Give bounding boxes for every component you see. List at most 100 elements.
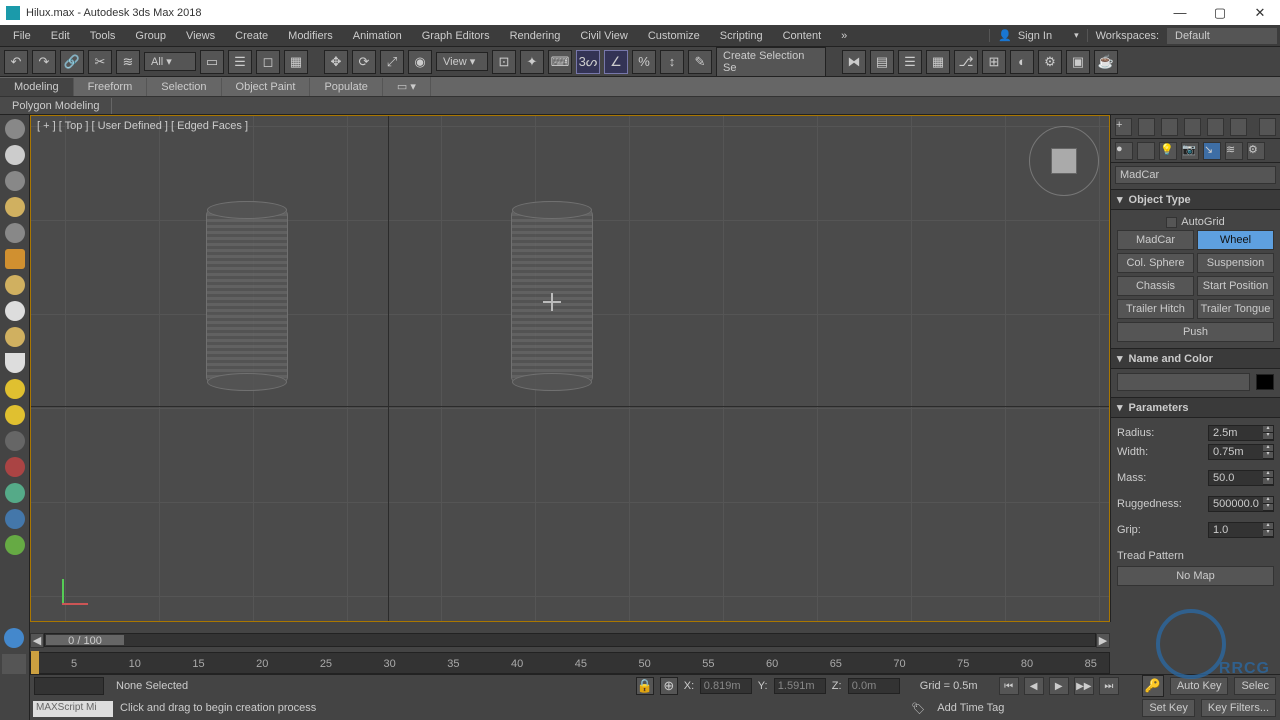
slider-prev[interactable]: ◀ (30, 633, 44, 648)
noise-icon[interactable] (5, 431, 25, 451)
menu-edit[interactable]: Edit (41, 27, 80, 45)
panel-dock-icon[interactable] (1259, 118, 1276, 136)
named-selset-dropdown[interactable]: Create Selection Se (716, 47, 826, 77)
panel-display-icon[interactable] (1207, 118, 1224, 136)
manipulate-button[interactable]: ✦ (520, 50, 544, 74)
add-time-tag[interactable]: Add Time Tag (937, 702, 1004, 714)
swirl-icon[interactable] (5, 509, 25, 529)
setkey-button[interactable]: Set Key (1142, 699, 1195, 717)
track-toggle-icon[interactable] (2, 654, 26, 674)
btn-push[interactable]: Push (1117, 322, 1274, 342)
menu-civilview[interactable]: Civil View (570, 27, 637, 45)
btn-chassis[interactable]: Chassis (1117, 276, 1194, 296)
box-icon[interactable] (5, 249, 25, 269)
slider-track[interactable]: 0 / 100 (44, 633, 1096, 647)
panel-motion-icon[interactable] (1184, 118, 1201, 136)
ref-coord-dropdown[interactable]: View ▾ (436, 52, 488, 71)
selected-button[interactable]: Selec (1234, 677, 1276, 695)
btn-colsphere[interactable]: Col. Sphere (1117, 253, 1194, 273)
rollout-name-color[interactable]: ▾ Name and Color (1111, 348, 1280, 369)
placement-button[interactable]: ◉ (408, 50, 432, 74)
scale-button[interactable]: ⤢ (380, 50, 404, 74)
timeline[interactable]: 510152025303540455055606570758085 (30, 652, 1110, 674)
radius-spinner[interactable]: ▴▾ (1263, 426, 1273, 440)
schematic-view-button[interactable]: ⊞ (982, 50, 1006, 74)
edit-selset-button[interactable]: ✎ (688, 50, 712, 74)
wheel-mesh-1[interactable] (206, 201, 288, 391)
btn-nomap[interactable]: No Map (1117, 566, 1274, 586)
panel-utilities-icon[interactable] (1230, 118, 1247, 136)
orb-icon[interactable] (5, 301, 25, 321)
prev-frame-button[interactable]: ◀ (1024, 677, 1044, 695)
width-spinner[interactable]: ▴▾ (1263, 445, 1273, 459)
bind-space-warp-button[interactable]: ≋ (116, 50, 140, 74)
gradient-icon[interactable] (5, 483, 25, 503)
mass-value[interactable]: 50.0 (1209, 471, 1263, 485)
radius-value[interactable]: 2.5m (1209, 426, 1263, 440)
grass-icon[interactable] (5, 535, 25, 555)
btn-startposition[interactable]: Start Position (1197, 276, 1274, 296)
play-button[interactable]: ▶ (1049, 677, 1069, 695)
rollout-parameters[interactable]: ▾ Parameters (1111, 397, 1280, 418)
menu-group[interactable]: Group (125, 27, 176, 45)
curve-editor-button[interactable]: ⎇ (954, 50, 978, 74)
btn-madcar[interactable]: MadCar (1117, 230, 1194, 250)
link-button[interactable]: 🔗 (60, 50, 84, 74)
menu-scripting[interactable]: Scripting (710, 27, 773, 45)
grip-value[interactable]: 1.0 (1209, 523, 1263, 537)
time-tag-icon[interactable]: 🏷 (911, 702, 925, 715)
menu-content[interactable]: Content (773, 27, 832, 45)
cone-icon[interactable] (5, 353, 25, 373)
ribbon-polygon-modeling[interactable]: Polygon Modeling (0, 98, 112, 114)
autogrid-checkbox[interactable] (1166, 217, 1177, 228)
next-frame-button[interactable]: ▶▶ (1074, 677, 1094, 695)
menu-tools[interactable]: Tools (80, 27, 126, 45)
teapot-icon[interactable] (5, 119, 25, 139)
cat-cameras-icon[interactable]: 📷 (1181, 142, 1199, 160)
rugg-value[interactable]: 500000.0 (1209, 497, 1263, 511)
maxscript-listener[interactable]: MAXScript Mi (33, 701, 113, 717)
render-setup-button[interactable]: ⚙ (1038, 50, 1062, 74)
time-config-icon[interactable] (4, 628, 24, 648)
grid-icon[interactable] (5, 223, 25, 243)
sun-icon[interactable] (5, 379, 25, 399)
material-editor-button[interactable]: ◐ (1010, 50, 1034, 74)
layer-explorer-button[interactable]: ☰ (898, 50, 922, 74)
time-slider[interactable]: ◀ 0 / 100 ▶ (30, 630, 1110, 650)
category-dropdown[interactable]: MadCar (1115, 166, 1276, 184)
slider-thumb[interactable]: 0 / 100 (45, 634, 125, 646)
btn-trailerhitch[interactable]: Trailer Hitch (1117, 299, 1194, 319)
cat-shapes-icon[interactable] (1137, 142, 1155, 160)
lock-selection-icon[interactable]: 🔒 (636, 677, 654, 695)
render-frame-button[interactable]: ▣ (1066, 50, 1090, 74)
ribbon-tab-expand[interactable]: ▭ ▾ (383, 77, 431, 96)
mirror-button[interactable]: ⧓ (842, 50, 866, 74)
crown-icon[interactable] (5, 327, 25, 347)
menu-grapheditors[interactable]: Graph Editors (412, 27, 500, 45)
menu-rendering[interactable]: Rendering (500, 27, 571, 45)
panel-create-icon[interactable]: + (1115, 118, 1132, 136)
percent-snap-button[interactable]: % (632, 50, 656, 74)
menu-customize[interactable]: Customize (638, 27, 710, 45)
menu-views[interactable]: Views (176, 27, 225, 45)
cat-systems-icon[interactable]: ⚙ (1247, 142, 1265, 160)
btn-wheel[interactable]: Wheel (1197, 230, 1274, 250)
slider-next[interactable]: ▶ (1096, 633, 1110, 648)
cloud-icon[interactable] (5, 145, 25, 165)
light-icon[interactable] (5, 197, 25, 217)
ribbon-tab-modeling[interactable]: Modeling (0, 78, 74, 96)
dome-icon[interactable] (5, 275, 25, 295)
mass-spinner[interactable]: ▴▾ (1263, 471, 1273, 485)
btn-trailertongue[interactable]: Trailer Tongue (1197, 299, 1274, 319)
toggle-layer-button[interactable]: ▦ (926, 50, 950, 74)
y-coord[interactable]: 1.591m (774, 678, 826, 694)
rugg-spinner[interactable]: ▴▾ (1263, 497, 1273, 511)
menu-create[interactable]: Create (225, 27, 278, 45)
key-mode-icon[interactable]: 🔑 (1142, 675, 1164, 697)
cat-geometry-icon[interactable]: ● (1115, 142, 1133, 160)
z-coord[interactable]: 0.0m (848, 678, 900, 694)
rotate-button[interactable]: ⟳ (352, 50, 376, 74)
btn-suspension[interactable]: Suspension (1197, 253, 1274, 273)
maximize-button[interactable]: ▢ (1200, 0, 1240, 25)
render-button[interactable]: ☕ (1094, 50, 1118, 74)
